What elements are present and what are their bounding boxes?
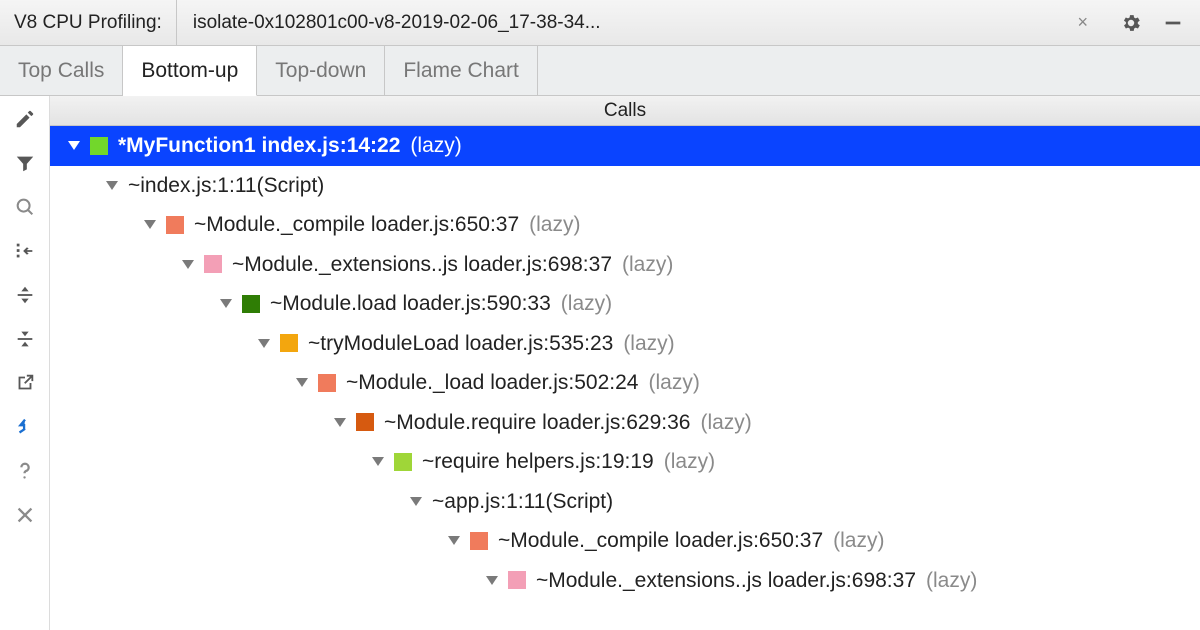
chevron-down-icon[interactable] bbox=[448, 536, 460, 545]
call-tree[interactable]: *MyFunction1 index.js:14:22 (lazy) ~index… bbox=[50, 126, 1200, 630]
tree-row[interactable]: ~Module._load loader.js:502:24 (lazy) bbox=[50, 363, 1200, 403]
tab-flame-chart[interactable]: Flame Chart bbox=[385, 46, 538, 95]
lazy-badge: (lazy) bbox=[926, 565, 977, 597]
color-swatch bbox=[166, 216, 184, 234]
content-area: Calls *MyFunction1 index.js:14:22 (lazy)… bbox=[50, 96, 1200, 630]
tree-row[interactable]: ~Module._compile loader.js:650:37 (lazy) bbox=[50, 521, 1200, 561]
edit-icon[interactable] bbox=[12, 106, 38, 132]
color-swatch bbox=[356, 413, 374, 431]
lazy-badge: (lazy) bbox=[410, 130, 461, 162]
scroll-to-icon[interactable] bbox=[12, 414, 38, 440]
lazy-badge: (lazy) bbox=[561, 288, 612, 320]
lazy-badge: (lazy) bbox=[700, 407, 751, 439]
help-icon[interactable] bbox=[12, 458, 38, 484]
tree-row[interactable]: ~tryModuleLoad loader.js:535:23 (lazy) bbox=[50, 324, 1200, 364]
call-label: ~app.js:1:11(Script) bbox=[432, 486, 613, 518]
tree-row[interactable]: ~Module._extensions..js loader.js:698:37… bbox=[50, 561, 1200, 601]
side-toolbar bbox=[0, 96, 50, 630]
chevron-down-icon[interactable] bbox=[410, 497, 422, 506]
call-label: ~require helpers.js:19:19 bbox=[422, 446, 654, 478]
chevron-down-icon[interactable] bbox=[486, 576, 498, 585]
tab-bottom-up[interactable]: Bottom-up bbox=[123, 46, 257, 96]
close-panel-icon[interactable] bbox=[12, 502, 38, 528]
color-swatch bbox=[242, 295, 260, 313]
tree-row[interactable]: *MyFunction1 index.js:14:22 (lazy) bbox=[50, 126, 1200, 166]
view-tabs: Top CallsBottom-upTop-downFlame Chart bbox=[0, 46, 1200, 96]
chevron-down-icon[interactable] bbox=[220, 299, 232, 308]
chevron-down-icon[interactable] bbox=[182, 260, 194, 269]
export-icon[interactable] bbox=[12, 370, 38, 396]
call-label: ~index.js:1:11(Script) bbox=[128, 170, 324, 202]
lazy-badge: (lazy) bbox=[622, 249, 673, 281]
lazy-badge: (lazy) bbox=[623, 328, 674, 360]
title-bar: V8 CPU Profiling: isolate-0x102801c00-v8… bbox=[0, 0, 1200, 46]
call-label: ~Module.require loader.js:629:36 bbox=[384, 407, 690, 439]
tab-top-calls[interactable]: Top Calls bbox=[0, 46, 123, 95]
chevron-down-icon[interactable] bbox=[258, 339, 270, 348]
title-actions bbox=[1104, 0, 1200, 45]
color-swatch bbox=[394, 453, 412, 471]
tree-row[interactable]: ~Module.load loader.js:590:33 (lazy) bbox=[50, 284, 1200, 324]
color-swatch bbox=[508, 571, 526, 589]
file-tab[interactable]: isolate-0x102801c00-v8-2019-02-06_17-38-… bbox=[177, 0, 1104, 45]
chevron-down-icon[interactable] bbox=[334, 418, 346, 427]
close-icon[interactable]: × bbox=[1077, 12, 1088, 33]
tree-row[interactable]: ~app.js:1:11(Script) bbox=[50, 482, 1200, 522]
call-label: ~Module._extensions..js loader.js:698:37 bbox=[536, 565, 916, 597]
lazy-badge: (lazy) bbox=[529, 209, 580, 241]
lazy-badge: (lazy) bbox=[833, 525, 884, 557]
tree-row[interactable]: ~Module._compile loader.js:650:37 (lazy) bbox=[50, 205, 1200, 245]
chevron-down-icon[interactable] bbox=[144, 220, 156, 229]
lazy-badge: (lazy) bbox=[648, 367, 699, 399]
tree-row[interactable]: ~require helpers.js:19:19 (lazy) bbox=[50, 442, 1200, 482]
lazy-badge: (lazy) bbox=[664, 446, 715, 478]
tree-row[interactable]: ~index.js:1:11(Script) bbox=[50, 166, 1200, 206]
color-swatch bbox=[470, 532, 488, 550]
call-label: ~Module.load loader.js:590:33 bbox=[270, 288, 551, 320]
panel-title: V8 CPU Profiling: bbox=[0, 0, 177, 45]
collapse-in-icon[interactable] bbox=[12, 238, 38, 264]
tree-row[interactable]: ~Module._extensions..js loader.js:698:37… bbox=[50, 245, 1200, 285]
expand-all-icon[interactable] bbox=[12, 282, 38, 308]
call-label: *MyFunction1 index.js:14:22 bbox=[118, 130, 400, 162]
call-label: ~Module._load loader.js:502:24 bbox=[346, 367, 638, 399]
call-label: ~Module._compile loader.js:650:37 bbox=[498, 525, 823, 557]
call-label: ~Module._extensions..js loader.js:698:37 bbox=[232, 249, 612, 281]
call-label: ~tryModuleLoad loader.js:535:23 bbox=[308, 328, 613, 360]
color-swatch bbox=[318, 374, 336, 392]
filter-icon[interactable] bbox=[12, 150, 38, 176]
color-swatch bbox=[90, 137, 108, 155]
minimize-icon[interactable] bbox=[1162, 12, 1184, 34]
file-name: isolate-0x102801c00-v8-2019-02-06_17-38-… bbox=[193, 12, 1068, 34]
chevron-down-icon[interactable] bbox=[68, 141, 80, 150]
chevron-down-icon[interactable] bbox=[106, 181, 118, 190]
color-swatch bbox=[204, 255, 222, 273]
color-swatch bbox=[280, 334, 298, 352]
gear-icon[interactable] bbox=[1120, 12, 1142, 34]
collapse-all-icon[interactable] bbox=[12, 326, 38, 352]
call-label: ~Module._compile loader.js:650:37 bbox=[194, 209, 519, 241]
search-icon[interactable] bbox=[12, 194, 38, 220]
chevron-down-icon[interactable] bbox=[372, 457, 384, 466]
tree-row[interactable]: ~Module.require loader.js:629:36 (lazy) bbox=[50, 403, 1200, 443]
column-header-calls[interactable]: Calls bbox=[50, 96, 1200, 126]
chevron-down-icon[interactable] bbox=[296, 378, 308, 387]
tab-top-down[interactable]: Top-down bbox=[257, 46, 385, 95]
